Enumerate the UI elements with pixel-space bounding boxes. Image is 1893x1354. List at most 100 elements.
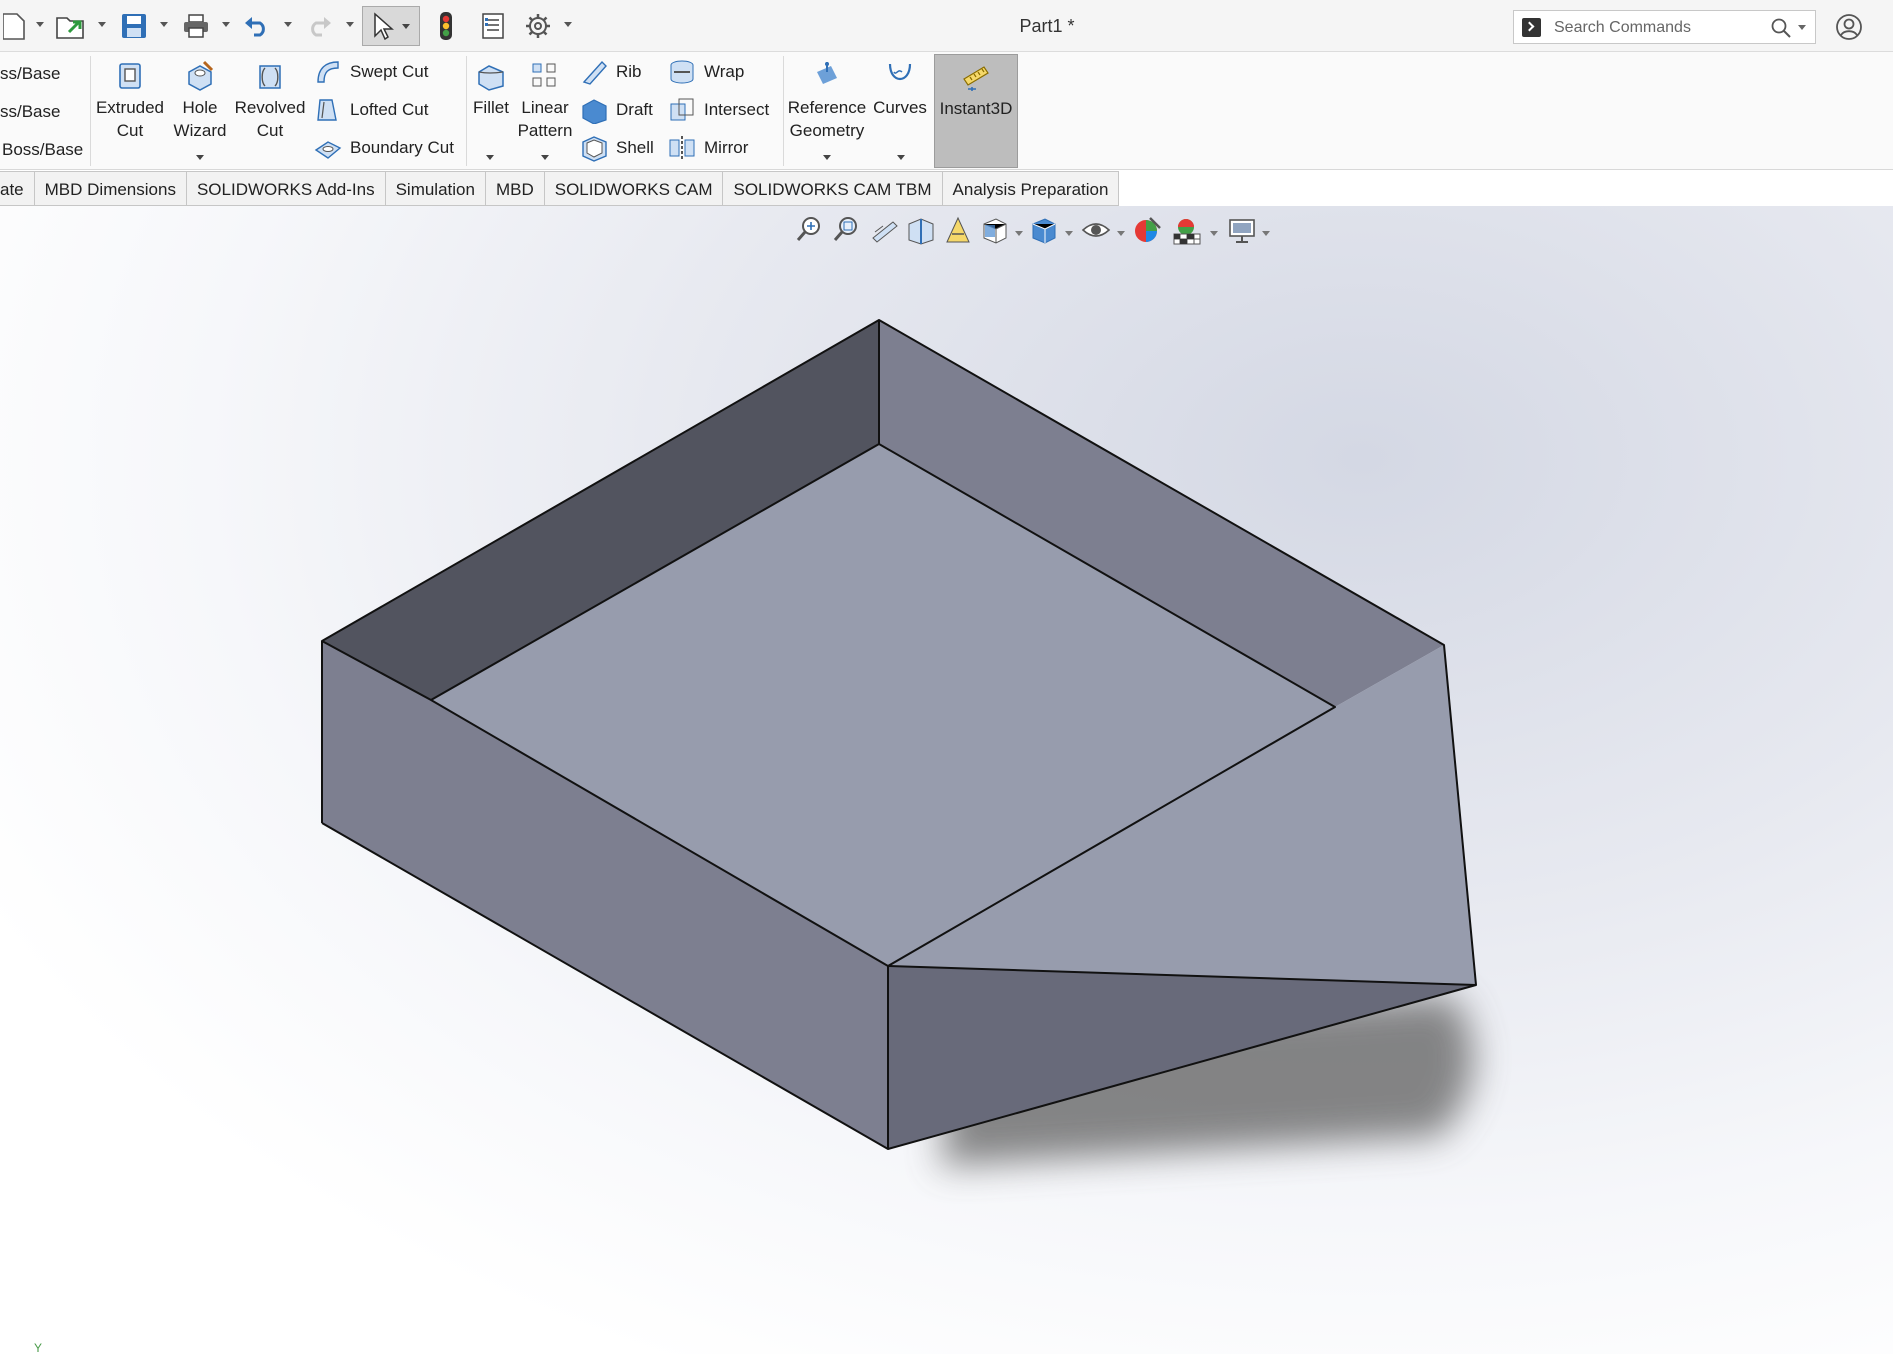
- hole-wizard-button[interactable]: Hole Wizard: [166, 60, 234, 142]
- previous-view-icon[interactable]: [869, 214, 899, 246]
- instant3d-label: Instant3D: [939, 99, 1013, 118]
- tab-solidworks-add-ins[interactable]: SOLIDWORKS Add-Ins: [186, 171, 386, 206]
- shell-icon: [582, 136, 607, 162]
- revolved-cut-icon: [259, 65, 281, 89]
- draft-label: Draft: [616, 100, 653, 119]
- mirror-button[interactable]: Mirror: [668, 132, 748, 164]
- ribbon-separator: [466, 56, 467, 166]
- revolved-cut-label: Revolved Cut: [234, 98, 306, 140]
- search-commands-box[interactable]: [1513, 10, 1816, 44]
- swept-cut-label: Swept Cut: [350, 62, 429, 81]
- revolved-boss-label: ss/Base: [0, 102, 61, 121]
- extruded-boss-base-button[interactable]: ss/Base: [0, 58, 60, 90]
- extruded-cut-button[interactable]: Extruded Cut: [94, 60, 166, 142]
- curves-icon: [888, 63, 912, 81]
- linear-pattern-dropdown-icon[interactable]: [541, 155, 549, 160]
- tab-evaluate[interactable]: ate: [0, 171, 35, 206]
- linear-pattern-icon: [532, 63, 556, 87]
- user-account-icon[interactable]: [1835, 13, 1863, 41]
- tab-mbd[interactable]: MBD: [485, 171, 545, 206]
- shell-label: Shell: [616, 138, 654, 157]
- edit-appearance-icon[interactable]: [1132, 214, 1162, 246]
- reference-geometry-button[interactable]: Reference Geometry: [784, 60, 870, 142]
- apply-scene-icon[interactable]: [1171, 214, 1201, 246]
- draft-button[interactable]: Draft: [580, 94, 653, 126]
- zoom-to-fit-icon[interactable]: [795, 214, 825, 246]
- section-view-icon[interactable]: [906, 214, 936, 246]
- fillet-label: Fillet: [473, 98, 509, 117]
- extruded-boss-label: ss/Base: [0, 64, 61, 83]
- view-settings-monitor-icon[interactable]: [1227, 214, 1257, 246]
- curves-dropdown-icon[interactable]: [897, 155, 905, 160]
- display-style-icon[interactable]: [1029, 214, 1059, 246]
- lofted-cut-button[interactable]: Lofted Cut: [314, 94, 428, 126]
- draft-icon: [582, 99, 607, 124]
- command-manager-ribbon: ss/Base ss/Base Boss/Base Extruded Cut H…: [0, 52, 1893, 170]
- boundary-boss-label: Boss/Base: [2, 140, 84, 159]
- linear-pattern-button[interactable]: Linear Pattern: [514, 60, 576, 142]
- zoom-to-area-icon[interactable]: [832, 214, 862, 246]
- mirror-label: Mirror: [704, 138, 749, 157]
- hole-wizard-label: Hole Wizard: [173, 98, 227, 140]
- reference-geometry-dropdown-icon[interactable]: [823, 155, 831, 160]
- lofted-cut-icon: [317, 99, 337, 121]
- intersect-label: Intersect: [704, 100, 770, 119]
- graphics-area[interactable]: Y: [0, 206, 1893, 1354]
- extruded-cut-icon: [119, 63, 141, 89]
- revolved-boss-base-button[interactable]: ss/Base: [0, 96, 60, 128]
- mirror-icon: [669, 136, 695, 160]
- fillet-dropdown-icon[interactable]: [486, 155, 494, 160]
- search-input[interactable]: [1552, 16, 1756, 40]
- hide-show-dropdown-icon[interactable]: [1117, 231, 1125, 236]
- swept-cut-icon: [317, 61, 339, 83]
- tab-analysis-preparation[interactable]: Analysis Preparation: [942, 171, 1120, 206]
- curves-button[interactable]: Curves: [872, 60, 928, 119]
- hole-wizard-dropdown-icon[interactable]: [196, 155, 204, 160]
- rib-icon: [582, 60, 607, 85]
- axis-triad-y-label: Y: [34, 1341, 43, 1354]
- curves-label: Curves: [873, 98, 927, 117]
- boundary-cut-button[interactable]: Boundary Cut: [314, 132, 454, 164]
- swept-cut-button[interactable]: Swept Cut: [314, 56, 428, 88]
- reference-geometry-label: Reference Geometry: [787, 98, 867, 140]
- wrap-icon: [670, 60, 694, 84]
- extruded-cut-label: Extruded Cut: [95, 98, 165, 140]
- ribbon-separator: [90, 56, 91, 166]
- wrap-button[interactable]: Wrap: [668, 56, 744, 88]
- search-icon[interactable]: [1770, 17, 1792, 39]
- rib-button[interactable]: Rib: [580, 56, 642, 88]
- command-prompt-icon: [1522, 18, 1541, 37]
- hole-wizard-icon: [188, 60, 214, 91]
- apply-scene-dropdown-icon[interactable]: [1210, 231, 1218, 236]
- hide-show-items-eye-icon[interactable]: [1081, 214, 1111, 246]
- tab-simulation[interactable]: Simulation: [385, 171, 486, 206]
- dynamic-annotation-views-icon[interactable]: [943, 214, 973, 246]
- instant3d-button[interactable]: Instant3D: [934, 54, 1018, 168]
- title-bar: Part1 *: [0, 0, 1893, 52]
- tab-solidworks-cam-tbm[interactable]: SOLIDWORKS CAM TBM: [723, 171, 943, 206]
- view-orientation-icon[interactable]: [980, 214, 1010, 246]
- boundary-cut-label: Boundary Cut: [350, 138, 454, 157]
- search-dropdown-icon[interactable]: [1798, 25, 1806, 30]
- display-style-dropdown-icon[interactable]: [1065, 231, 1073, 236]
- intersect-icon: [670, 98, 694, 121]
- boundary-boss-base-button[interactable]: Boss/Base: [2, 134, 83, 166]
- tab-mbd-dimensions[interactable]: MBD Dimensions: [34, 171, 187, 206]
- reference-geometry-icon: [817, 62, 837, 84]
- command-manager-tabs: ate MBD Dimensions SOLIDWORKS Add-Ins Si…: [0, 171, 1120, 206]
- view-orientation-dropdown-icon[interactable]: [1015, 231, 1023, 236]
- view-settings-dropdown-icon[interactable]: [1262, 231, 1270, 236]
- wrap-label: Wrap: [704, 62, 745, 81]
- shell-button[interactable]: Shell: [580, 132, 654, 164]
- lofted-cut-label: Lofted Cut: [350, 100, 429, 119]
- fillet-button[interactable]: Fillet: [468, 60, 514, 119]
- instant3d-ruler-icon: [963, 66, 989, 91]
- revolved-cut-button[interactable]: Revolved Cut: [234, 60, 306, 142]
- part-model[interactable]: [0, 206, 1893, 1354]
- tab-solidworks-cam[interactable]: SOLIDWORKS CAM: [544, 171, 724, 206]
- boundary-cut-icon: [314, 141, 342, 159]
- rib-label: Rib: [616, 62, 642, 81]
- linear-pattern-label: Linear Pattern: [517, 98, 573, 140]
- intersect-button[interactable]: Intersect: [668, 94, 769, 126]
- fillet-icon: [478, 65, 504, 91]
